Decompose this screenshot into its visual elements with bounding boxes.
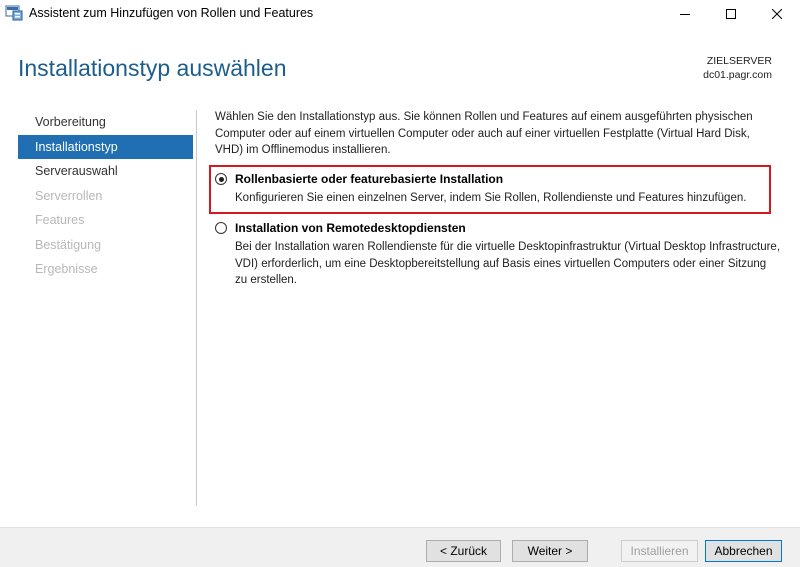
nav-item-features: Features (35, 213, 85, 227)
minimize-button[interactable] (662, 0, 708, 27)
window-title: Assistent zum Hinzufügen von Rollen und … (29, 6, 314, 20)
maximize-icon (726, 8, 736, 19)
radio-remote-desktop[interactable] (215, 222, 227, 234)
close-icon (772, 8, 782, 19)
nav-separator (196, 110, 197, 506)
server-manager-icon (5, 5, 23, 21)
option-remote-desktop-description: Bei der Installation waren Rollendienste… (235, 241, 781, 286)
nav-item-vorbereitung[interactable]: Vorbereitung (18, 110, 193, 135)
intro-text: Wählen Sie den Installationstyp aus. Sie… (215, 111, 753, 156)
nav-item-serverrollen: Serverrollen (35, 188, 103, 203)
nav-item-ergebnisse: Ergebnisse (35, 262, 98, 276)
target-server-info: ZIELSERVER dc01.pagr.com (703, 54, 772, 82)
maximize-button[interactable] (708, 0, 754, 27)
title-bar: Assistent zum Hinzufügen von Rollen und … (0, 0, 800, 27)
main-content: Wählen Sie den Installationstyp aus. Sie… (215, 109, 780, 286)
install-button: Installieren (621, 540, 698, 562)
target-server-label: ZIELSERVER (706, 55, 772, 67)
nav-item-bestaetigung: Bestätigung (35, 237, 102, 252)
option-remote-desktop-title[interactable]: Installation von Remotedesktopdiensten (235, 221, 466, 235)
nav-item-serverauswahl[interactable]: Serverauswahl (18, 159, 193, 184)
wizard-nav: Vorbereitung Installationstyp Serverausw… (18, 110, 193, 282)
footer-bar: < Zurück Weiter > Installieren Abbrechen (0, 527, 800, 567)
back-button[interactable]: < Zurück (426, 540, 501, 562)
close-button[interactable] (754, 0, 800, 27)
page-title: Installationstyp auswählen (18, 55, 287, 81)
cancel-button[interactable]: Abbrechen (705, 540, 782, 562)
nav-item-installationstyp[interactable]: Installationstyp (18, 134, 193, 159)
minimize-icon (680, 13, 690, 15)
target-server-name: dc01.pagr.com (703, 69, 772, 81)
selection-highlight-box (209, 165, 771, 214)
next-button[interactable]: Weiter > (512, 540, 588, 562)
